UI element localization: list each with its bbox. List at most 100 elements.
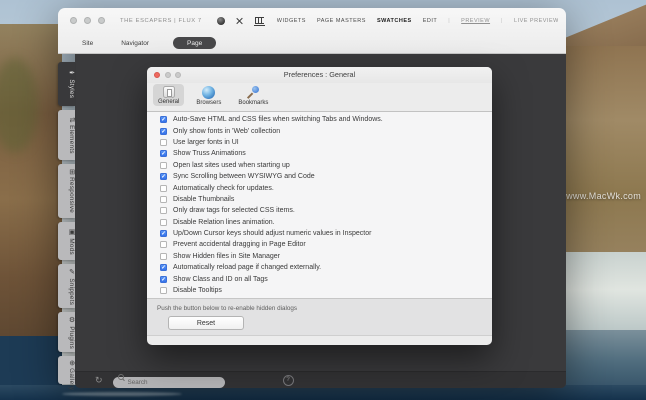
sidebar-tab[interactable]: ⚙ Plugins	[58, 312, 75, 352]
close-button[interactable]	[70, 17, 77, 24]
search-icon	[118, 374, 124, 380]
sidebar-tab[interactable]: ⊞ Responsive	[58, 164, 75, 218]
menu-item[interactable]: EDIT	[423, 18, 438, 24]
checkbox-row[interactable]: Disable Tooltips	[147, 285, 492, 296]
menu-item[interactable]: LIVE PREVIEW ∨	[514, 18, 558, 24]
toolbar-tab-label: General	[158, 99, 179, 105]
checkbox[interactable]	[160, 287, 167, 294]
checkbox-row[interactable]: Show Truss Animations	[147, 148, 492, 159]
titlebar-icon-group	[217, 17, 264, 25]
zoom-button	[175, 72, 181, 78]
checkbox-label: Up/Down Cursor keys should adjust numeri…	[173, 230, 371, 237]
sidebar-tab-icon: ⚙	[68, 316, 75, 324]
globe-icon	[202, 86, 215, 99]
sidebar-tab[interactable]: ⇅Elements	[58, 110, 75, 160]
menu-item[interactable]: PREVIEW	[461, 18, 490, 24]
mode-tab[interactable]: Site	[78, 38, 97, 49]
checkbox-label: Disable Relation lines animation.	[173, 219, 275, 226]
checkbox[interactable]	[160, 139, 167, 146]
checkbox[interactable]	[160, 276, 167, 283]
zoom-button[interactable]	[98, 17, 105, 24]
checkbox[interactable]	[160, 196, 167, 203]
minimize-button	[165, 72, 171, 78]
sidebar-tab[interactable]: ✎Snippets	[58, 264, 75, 308]
refresh-icon[interactable]: ↻	[95, 376, 103, 385]
checkbox[interactable]	[160, 241, 167, 248]
checkbox[interactable]	[160, 230, 167, 237]
checkbox[interactable]	[160, 150, 167, 157]
dialog-title: Preferences : General	[147, 67, 492, 83]
window-traffic-lights	[70, 17, 105, 24]
checkbox-row[interactable]: Show Class and ID on all Tags	[147, 273, 492, 284]
checkbox-row[interactable]: Only show fonts in 'Web' collection	[147, 125, 492, 136]
checkbox[interactable]	[160, 253, 167, 260]
toolbar-tab-general[interactable]: General	[153, 84, 184, 106]
checkbox-row[interactable]: Auto-Save HTML and CSS files when switch…	[147, 114, 492, 125]
checkbox-row[interactable]: Automatically reload page if changed ext…	[147, 262, 492, 273]
checkbox[interactable]	[160, 116, 167, 123]
checkbox[interactable]	[160, 219, 167, 226]
reset-button[interactable]: Reset	[168, 316, 244, 330]
toolbar-tab-label: Bookmarks	[238, 100, 268, 106]
wallpaper-foam	[62, 392, 182, 396]
checkbox-label: Automatically check for updates.	[173, 185, 274, 192]
watermark: www.MacWk.com	[566, 191, 641, 201]
checkbox-label: Only show fonts in 'Web' collection	[173, 128, 280, 135]
mode-tab[interactable]: Page	[173, 37, 216, 49]
toolbar-tab-bookmarks[interactable]: Bookmarks	[233, 84, 273, 107]
columns-icon[interactable]	[255, 17, 264, 24]
close-button[interactable]	[154, 72, 160, 78]
toolbar-tab-browsers[interactable]: Browsers	[191, 84, 226, 107]
menu-item[interactable]: |	[448, 18, 450, 24]
dialog-titlebar: Preferences : General	[147, 67, 492, 83]
checkbox-row[interactable]: Automatically check for updates.	[147, 182, 492, 193]
sidebar-tab[interactable]: ▣Mods	[58, 222, 75, 260]
menu-item[interactable]: SWATCHES	[377, 18, 412, 24]
sidebar-tab-icon: ✎	[68, 268, 75, 276]
sidebar-tab[interactable]: ✒ Styles	[58, 62, 75, 106]
sidebar-tab-label: Styles	[68, 80, 75, 99]
palette-tabstrip: ✒ Styles ⇅Elements ⊞ Responsive ▣Mods ✎Sni…	[58, 62, 75, 388]
sidebar-tab-label: Gallery	[68, 368, 75, 390]
checkbox-row[interactable]: Prevent accidental dragging in Page Edit…	[147, 239, 492, 250]
checkbox-row[interactable]: Use larger fonts in UI	[147, 137, 492, 148]
menu-item[interactable]: PAGE MASTERS	[317, 18, 366, 24]
sidebar-tab-icon: ▣	[68, 228, 75, 236]
checkbox[interactable]	[160, 173, 167, 180]
sidebar-tab-icon: ⊞	[68, 169, 75, 175]
checkbox-label: Only draw tags for selected CSS items.	[173, 207, 295, 214]
checkbox[interactable]	[160, 264, 167, 271]
checkbox[interactable]	[160, 128, 167, 135]
checkbox-row[interactable]: Sync Scrolling between WYSIWYG and Code	[147, 171, 492, 182]
checkbox[interactable]	[160, 162, 167, 169]
checkbox[interactable]	[160, 185, 167, 192]
search-input[interactable]	[113, 377, 225, 388]
app-titlebar: THE ESCAPERS | FLUX 7 WIDGETS PAGE MASTE…	[58, 8, 566, 54]
help-button[interactable]: ?	[283, 375, 294, 386]
checkbox-label: Disable Thumbnails	[173, 196, 234, 203]
checkbox-row[interactable]: Only draw tags for selected CSS items.	[147, 205, 492, 216]
sidebar-tab-label: Responsive	[68, 177, 75, 213]
sidebar-tab-icon: ✒	[68, 69, 75, 77]
checkbox-row[interactable]: Up/Down Cursor keys should adjust numeri…	[147, 228, 492, 239]
sidebar-tab[interactable]: ⊕Gallery	[58, 356, 75, 384]
globe-icon[interactable]	[217, 17, 225, 25]
top-menu: WIDGETS PAGE MASTERS SWATCHES EDIT | PRE…	[277, 18, 558, 24]
checkbox-row[interactable]: Disable Relation lines animation.	[147, 217, 492, 228]
footer-note: Push the button below to re-enable hidde…	[147, 299, 492, 312]
checkbox-row[interactable]: Show Hidden files in Site Manager	[147, 251, 492, 262]
titlebar-row-main: THE ESCAPERS | FLUX 7 WIDGETS PAGE MASTE…	[58, 8, 566, 33]
dialog-footer: Push the button below to re-enable hidde…	[147, 298, 492, 336]
dialog-traffic-lights	[154, 72, 181, 78]
checkbox-row[interactable]: Disable Thumbnails	[147, 194, 492, 205]
checkbox-label: Use larger fonts in UI	[173, 139, 239, 146]
menu-item[interactable]: |	[501, 18, 503, 24]
wallpaper-surf-right	[554, 252, 646, 336]
checkbox[interactable]	[160, 207, 167, 214]
sidebar-tab-label: Plugins	[68, 326, 75, 349]
tools-icon[interactable]	[236, 17, 244, 25]
mode-tab[interactable]: Navigator	[117, 38, 153, 49]
menu-item[interactable]: WIDGETS	[277, 18, 306, 24]
checkbox-row[interactable]: Open last sites used when starting up	[147, 160, 492, 171]
minimize-button[interactable]	[84, 17, 91, 24]
